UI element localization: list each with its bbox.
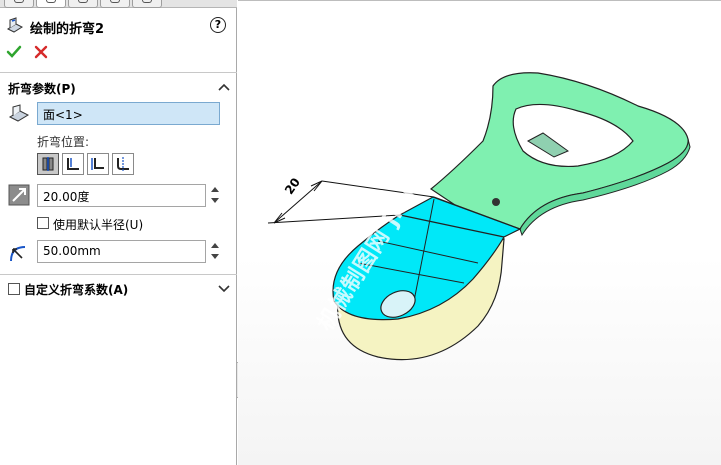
bend-radius-input[interactable]: 50.00mm [37, 240, 206, 263]
bend-angle-input[interactable]: 20.00度 [37, 184, 206, 207]
divider [0, 72, 237, 73]
ok-button[interactable] [6, 44, 22, 60]
bend-params-title: 折弯参数(P) [8, 82, 76, 96]
use-default-radius-checkbox[interactable] [37, 217, 49, 229]
manager-tabs [0, 0, 237, 8]
rivet-hole [492, 198, 500, 206]
page-title: 绘制的折弯2 [30, 22, 105, 37]
bottle-opener-model[interactable] [238, 1, 721, 465]
sketched-bend-icon [6, 17, 24, 33]
face-selection-icon [8, 104, 30, 122]
tab-dimxpert-manager[interactable] [100, 0, 130, 8]
face-selection-field[interactable]: 面<1> [37, 102, 220, 125]
spin-down-icon[interactable] [211, 198, 219, 203]
spin-up-icon[interactable] [211, 187, 219, 192]
material-inside-button[interactable] [62, 153, 84, 175]
custom-bend-factor-label: 自定义折弯系数(A) [24, 283, 129, 297]
bend-position-label: 折弯位置: [37, 135, 90, 149]
cancel-button[interactable] [33, 44, 49, 60]
tab-feature-manager[interactable] [4, 0, 34, 8]
use-default-radius-label: 使用默认半径(U) [53, 218, 144, 232]
chevron-up-icon[interactable] [218, 82, 230, 92]
material-outside-icon [91, 158, 104, 170]
help-icon[interactable]: ? [210, 17, 226, 33]
spin-down-icon[interactable] [211, 254, 219, 259]
bend-params-header[interactable]: 折弯参数(P) [6, 79, 232, 97]
bend-radius-icon [10, 246, 26, 262]
tab-configuration-manager[interactable] [68, 0, 98, 8]
tab-display-manager[interactable] [132, 0, 162, 8]
material-inside-icon [67, 158, 79, 170]
bend-radius-spinner[interactable] [210, 240, 220, 262]
bend-centerline-button[interactable] [37, 153, 59, 175]
tab-property-manager[interactable] [36, 0, 66, 8]
bend-angle-spinner[interactable] [210, 184, 220, 206]
chevron-down-icon[interactable] [218, 283, 230, 293]
bend-outside-icon [117, 157, 129, 171]
spin-up-icon[interactable] [211, 243, 219, 248]
bend-outside-button[interactable] [112, 153, 134, 175]
custom-bend-factor-header[interactable]: 自定义折弯系数(A) [6, 280, 232, 298]
divider [0, 274, 237, 275]
graphics-viewport[interactable]: 20 机械制图网 jixie5.com [238, 0, 721, 465]
panel-title-row: 绘制的折弯2 ? [6, 16, 231, 37]
material-outside-button[interactable] [87, 153, 109, 175]
property-manager-panel: 绘制的折弯2 ? 折弯参数(P) 面<1> 折弯位置: 20.00度 使用默认半… [0, 0, 237, 465]
bend-centerline-icon [42, 157, 54, 171]
custom-bend-factor-checkbox[interactable] [8, 283, 20, 295]
bend-angle-icon [8, 184, 30, 206]
